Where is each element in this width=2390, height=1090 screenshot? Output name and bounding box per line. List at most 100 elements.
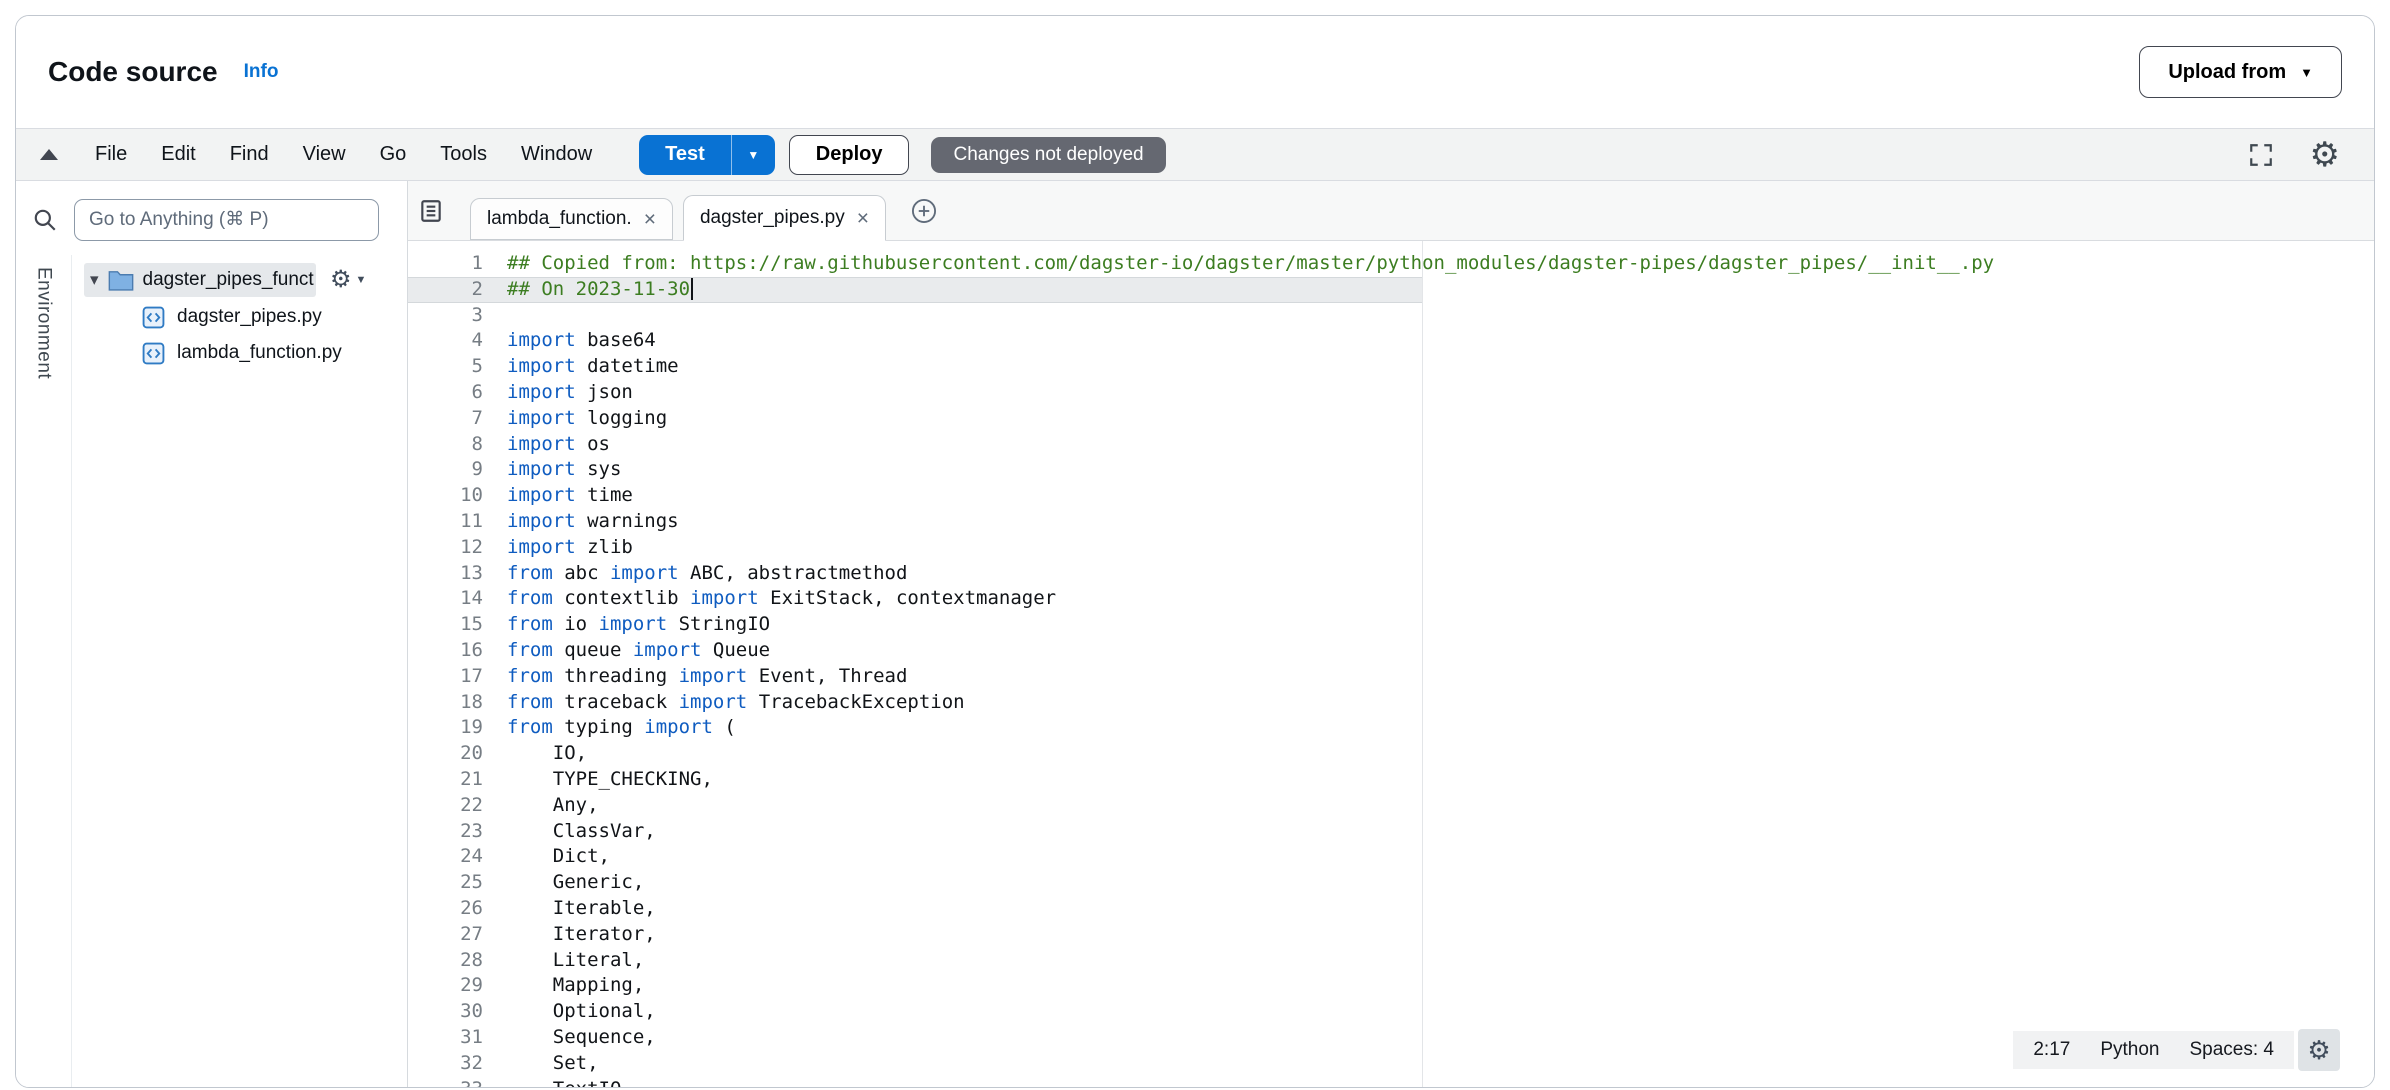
code-text[interactable]: from typing import (: [483, 715, 736, 741]
menu-item-tools[interactable]: Tools: [423, 143, 504, 166]
code-text[interactable]: ClassVar,: [483, 819, 656, 845]
indent-setting[interactable]: Spaces: 4: [2190, 1039, 2275, 1061]
code-line-28[interactable]: 28 Literal,: [408, 948, 2374, 974]
code-text[interactable]: from queue import Queue: [483, 638, 770, 664]
code-text[interactable]: from contextlib import ExitStack, contex…: [483, 586, 1056, 612]
code-text[interactable]: Sequence,: [483, 1025, 656, 1051]
line-number[interactable]: 2: [408, 277, 483, 303]
line-number[interactable]: 14: [408, 586, 483, 612]
tree-row-lambda-function[interactable]: lambda_function.py: [72, 335, 407, 371]
editor-settings-button[interactable]: ⚙: [2298, 1029, 2340, 1071]
code-text[interactable]: from traceback import TracebackException: [483, 690, 965, 716]
code-text[interactable]: import json: [483, 380, 633, 406]
line-number[interactable]: 1: [408, 251, 483, 277]
code-line-26[interactable]: 26 Iterable,: [408, 896, 2374, 922]
menu-item-find[interactable]: Find: [213, 143, 286, 166]
line-number[interactable]: 20: [408, 741, 483, 767]
code-text[interactable]: Mapping,: [483, 973, 644, 999]
code-line-8[interactable]: 8import os: [408, 432, 2374, 458]
code-text[interactable]: Dict,: [483, 844, 610, 870]
code-text[interactable]: from threading import Event, Thread: [483, 664, 907, 690]
tab-list-icon[interactable]: [418, 198, 444, 224]
code-text[interactable]: ## Copied from: https://raw.githubuserco…: [483, 251, 1994, 277]
code-editor[interactable]: 1## Copied from: https://raw.githubuserc…: [408, 241, 2374, 1087]
line-number[interactable]: 32: [408, 1051, 483, 1077]
line-number[interactable]: 25: [408, 870, 483, 896]
code-text[interactable]: import logging: [483, 406, 667, 432]
code-text[interactable]: Generic,: [483, 870, 644, 896]
code-text[interactable]: TYPE_CHECKING,: [483, 767, 713, 793]
line-number[interactable]: 13: [408, 561, 483, 587]
code-line-33[interactable]: 33 TextIO,: [408, 1077, 2374, 1088]
code-text[interactable]: import warnings: [483, 509, 679, 535]
deploy-button[interactable]: Deploy: [789, 135, 910, 175]
code-line-23[interactable]: 23 ClassVar,: [408, 819, 2374, 845]
line-number[interactable]: 6: [408, 380, 483, 406]
code-line-22[interactable]: 22 Any,: [408, 793, 2374, 819]
line-number[interactable]: 8: [408, 432, 483, 458]
code-text[interactable]: import zlib: [483, 535, 633, 561]
close-tab-icon[interactable]: ×: [644, 209, 656, 230]
code-line-1[interactable]: 1## Copied from: https://raw.githubuserc…: [408, 251, 2374, 277]
line-number[interactable]: 15: [408, 612, 483, 638]
folder-settings-button[interactable]: ⚙ ▼: [330, 268, 366, 292]
code-line-11[interactable]: 11import warnings: [408, 509, 2374, 535]
line-number[interactable]: 3: [408, 303, 483, 329]
collapse-panel-icon[interactable]: [40, 149, 58, 160]
line-number[interactable]: 27: [408, 922, 483, 948]
menu-item-window[interactable]: Window: [504, 143, 609, 166]
test-dropdown-button[interactable]: ▼: [731, 135, 775, 175]
go-to-anything-input[interactable]: [74, 199, 379, 241]
code-line-7[interactable]: 7import logging: [408, 406, 2374, 432]
code-text[interactable]: Optional,: [483, 999, 656, 1025]
code-line-27[interactable]: 27 Iterator,: [408, 922, 2374, 948]
line-number[interactable]: 12: [408, 535, 483, 561]
code-text[interactable]: IO,: [483, 741, 587, 767]
code-text[interactable]: import os: [483, 432, 610, 458]
upload-from-button[interactable]: Upload from ▼: [2139, 46, 2342, 98]
line-number[interactable]: 30: [408, 999, 483, 1025]
code-text[interactable]: TextIO,: [483, 1077, 633, 1088]
code-line-20[interactable]: 20 IO,: [408, 741, 2374, 767]
code-text[interactable]: import sys: [483, 457, 621, 483]
language-mode[interactable]: Python: [2100, 1039, 2159, 1061]
line-number[interactable]: 21: [408, 767, 483, 793]
line-number[interactable]: 23: [408, 819, 483, 845]
code-line-29[interactable]: 29 Mapping,: [408, 973, 2374, 999]
disclosure-triangle-icon[interactable]: ▾: [90, 270, 99, 290]
menu-item-go[interactable]: Go: [363, 143, 424, 166]
line-number[interactable]: 33: [408, 1077, 483, 1088]
menu-item-file[interactable]: File: [78, 143, 144, 166]
code-line-9[interactable]: 9import sys: [408, 457, 2374, 483]
line-number[interactable]: 19: [408, 715, 483, 741]
code-text[interactable]: ## On 2023-11-30: [483, 277, 693, 303]
code-line-18[interactable]: 18from traceback import TracebackExcepti…: [408, 690, 2374, 716]
line-number[interactable]: 26: [408, 896, 483, 922]
line-number[interactable]: 4: [408, 328, 483, 354]
code-line-21[interactable]: 21 TYPE_CHECKING,: [408, 767, 2374, 793]
menu-item-view[interactable]: View: [286, 143, 363, 166]
code-line-14[interactable]: 14from contextlib import ExitStack, cont…: [408, 586, 2374, 612]
cursor-position[interactable]: 2:17: [2033, 1039, 2070, 1061]
code-line-5[interactable]: 5import datetime: [408, 354, 2374, 380]
line-number[interactable]: 24: [408, 844, 483, 870]
code-line-24[interactable]: 24 Dict,: [408, 844, 2374, 870]
line-number[interactable]: 11: [408, 509, 483, 535]
search-icon[interactable]: [32, 207, 58, 233]
line-number[interactable]: 29: [408, 973, 483, 999]
code-line-30[interactable]: 30 Optional,: [408, 999, 2374, 1025]
folder-dagster-pipes-function[interactable]: ▾ dagster_pipes_funct: [84, 263, 316, 297]
environment-label[interactable]: Environment: [33, 267, 55, 1087]
tab-lambda-function[interactable]: lambda_function. ×: [470, 198, 673, 240]
new-tab-icon[interactable]: [910, 197, 938, 225]
line-number[interactable]: 28: [408, 948, 483, 974]
line-number[interactable]: 18: [408, 690, 483, 716]
line-number[interactable]: 10: [408, 483, 483, 509]
code-line-4[interactable]: 4import base64: [408, 328, 2374, 354]
menu-item-edit[interactable]: Edit: [144, 143, 212, 166]
code-line-10[interactable]: 10import time: [408, 483, 2374, 509]
tree-row-dagster-pipes[interactable]: dagster_pipes.py: [72, 299, 407, 335]
test-button[interactable]: Test: [639, 135, 731, 175]
settings-gear-icon[interactable]: ⚙: [2310, 138, 2340, 172]
fullscreen-icon[interactable]: [2248, 142, 2274, 168]
